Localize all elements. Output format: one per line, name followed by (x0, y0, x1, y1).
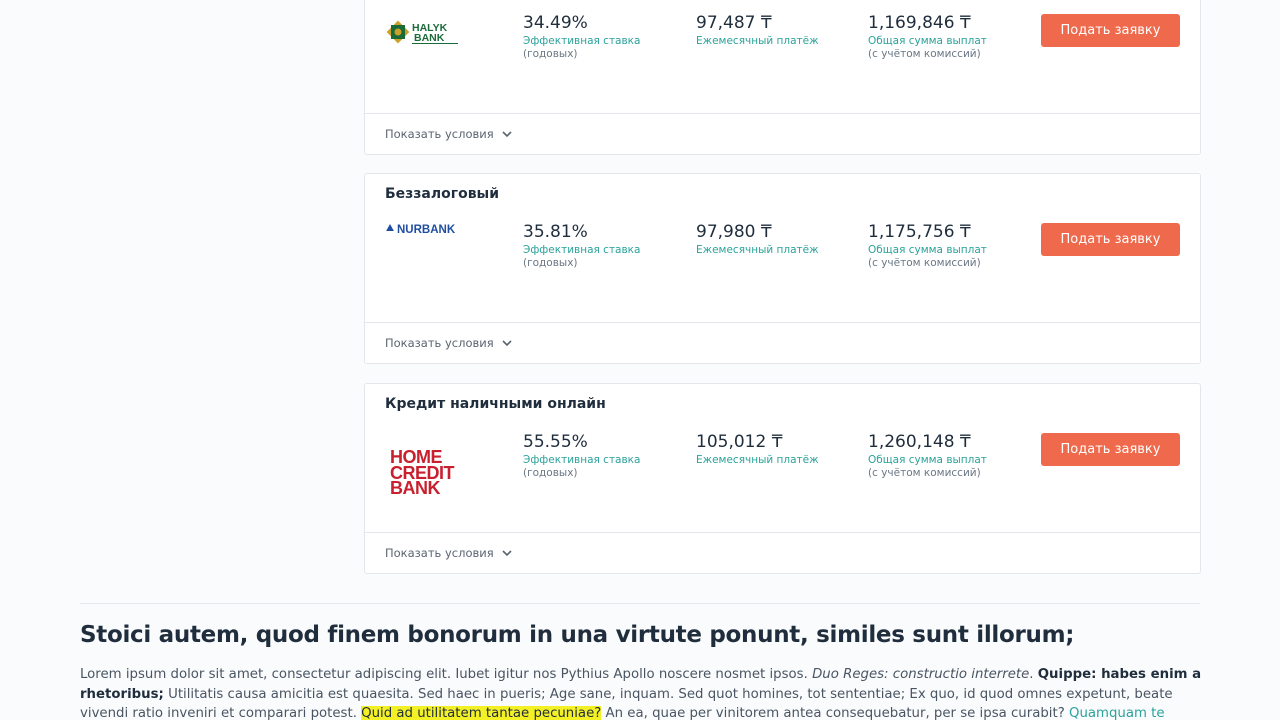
total-sub: (с учётом комиссий) (868, 467, 981, 479)
rate-label: Эффективная ставка (523, 35, 641, 47)
chevron-down-icon (502, 339, 512, 347)
show-conditions-toggle[interactable]: Показать условия (365, 532, 1200, 573)
show-conditions-label: Показать условия (385, 546, 494, 560)
effective-rate: 34.49% Эффективная ставка (годовых) (523, 13, 640, 61)
total-label: Общая сумма выплат (868, 35, 987, 47)
monthly-payment: 97,487 ₸ Ежемесячный платёж (696, 13, 819, 48)
rate-value: 55.55% (523, 432, 588, 452)
monthly-payment: 97,980 ₸ Ежемесячный платёж (696, 222, 819, 257)
rate-sub: (годовых) (523, 257, 578, 269)
total-label: Общая сумма выплат (868, 454, 987, 466)
svg-text:BANK: BANK (390, 478, 440, 498)
monthly-value: 105,012 ₸ (696, 432, 783, 452)
show-conditions-label: Показать условия (385, 127, 494, 141)
total-payment: 1,175,756 ₸ Общая сумма выплат (с учётом… (868, 222, 987, 270)
halyk-bank-logo: HALYK BANK (385, 18, 469, 44)
article-text: . (1029, 667, 1038, 682)
offer-card: Беззалоговый NURBANK 35.81% Эффективная … (364, 173, 1201, 364)
apply-button[interactable]: Подать заявку (1041, 14, 1180, 47)
monthly-label: Ежемесячный платёж (696, 35, 819, 47)
svg-text:NURBANK: NURBANK (397, 224, 456, 236)
article-paragraph: Lorem ipsum dolor sit amet, consectetur … (80, 665, 1205, 720)
effective-rate: 55.55% Эффективная ставка (годовых) (523, 432, 640, 480)
rate-label: Эффективная ставка (523, 244, 641, 256)
rate-sub: (годовых) (523, 48, 578, 60)
rate-value: 35.81% (523, 222, 588, 242)
apply-button[interactable]: Подать заявку (1041, 223, 1180, 256)
offer-card: HALYK BANK 34.49% Эффективная ставка (го… (364, 0, 1201, 155)
article-text: An ea, quae per vinitorem antea conseque… (601, 706, 1069, 720)
home-credit-bank-logo: HOME CREDIT BANK (385, 436, 469, 512)
show-conditions-label: Показать условия (385, 336, 494, 350)
chevron-down-icon (502, 130, 512, 138)
rate-label: Эффективная ставка (523, 454, 641, 466)
total-sub: (с учётом комиссий) (868, 257, 981, 269)
monthly-label: Ежемесячный платёж (696, 244, 819, 256)
show-conditions-toggle[interactable]: Показать условия (365, 322, 1200, 363)
article-title: Stoici autem, quod finem bonorum in una … (80, 622, 1075, 648)
rate-sub: (годовых) (523, 467, 578, 479)
section-divider (80, 603, 1200, 604)
monthly-value: 97,487 ₸ (696, 13, 772, 33)
monthly-payment: 105,012 ₸ Ежемесячный платёж (696, 432, 819, 467)
offer-card: Кредит наличными онлайн HOME CREDIT BANK… (364, 383, 1201, 574)
nurbank-logo: NURBANK (385, 221, 469, 236)
total-sub: (с учётом комиссий) (868, 48, 981, 60)
article-emphasis: Duo Reges: constructio interrete (812, 667, 1030, 682)
total-value: 1,175,756 ₸ (868, 222, 971, 242)
svg-text:BANK: BANK (414, 32, 445, 44)
total-label: Общая сумма выплат (868, 244, 987, 256)
total-value: 1,169,846 ₸ (868, 13, 971, 33)
rate-value: 34.49% (523, 13, 588, 33)
chevron-down-icon (502, 549, 512, 557)
article-highlight: Quid ad utilitatem tantae pecuniae? (361, 706, 602, 720)
effective-rate: 35.81% Эффективная ставка (годовых) (523, 222, 640, 270)
total-payment: 1,260,148 ₸ Общая сумма выплат (с учётом… (868, 432, 987, 480)
monthly-label: Ежемесячный платёж (696, 454, 819, 466)
total-payment: 1,169,846 ₸ Общая сумма выплат (с учётом… (868, 13, 987, 61)
offer-category: Кредит наличными онлайн (385, 396, 606, 412)
apply-button[interactable]: Подать заявку (1041, 433, 1180, 466)
show-conditions-toggle[interactable]: Показать условия (365, 113, 1200, 154)
monthly-value: 97,980 ₸ (696, 222, 772, 242)
offer-category: Беззалоговый (385, 186, 500, 202)
total-value: 1,260,148 ₸ (868, 432, 971, 452)
article-text: Lorem ipsum dolor sit amet, consectetur … (80, 667, 813, 682)
